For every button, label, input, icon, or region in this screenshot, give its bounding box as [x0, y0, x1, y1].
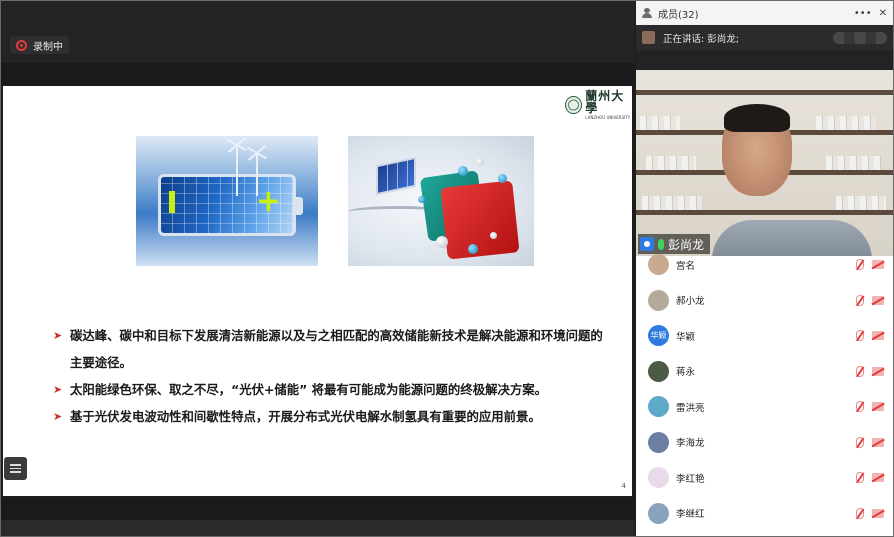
top-strip: [1, 63, 635, 85]
camera-off-icon[interactable]: [872, 260, 884, 270]
close-icon[interactable]: ✕: [879, 8, 887, 19]
logo-cn-text: 蘭州大學: [585, 89, 625, 115]
more-options-icon[interactable]: •••: [854, 8, 872, 19]
mic-muted-icon[interactable]: [856, 472, 864, 484]
member-avatar: [648, 431, 669, 453]
arrow-bullet-icon: ➤: [53, 329, 63, 342]
member-avatar: [648, 467, 669, 489]
member-avatar: [648, 360, 669, 382]
logo-en-text: LANZHOU UNIVERSITY: [585, 115, 631, 120]
wind-turbine-icon: [236, 146, 238, 196]
member-list: 宫名 郝小龙 华颖 华颖 蒋永 雷洪亮 李海龙 李红艳 李继红: [636, 247, 893, 531]
wind-turbine-icon: [256, 154, 258, 196]
mic-muted-icon[interactable]: [856, 294, 864, 306]
member-row[interactable]: 李继红: [636, 496, 893, 532]
member-row[interactable]: 宫名: [636, 247, 893, 283]
top-bar: 录制中: [1, 1, 635, 63]
member-row[interactable]: 李海龙: [636, 425, 893, 461]
member-avatar: 华颖: [648, 325, 669, 347]
mic-muted-icon[interactable]: [856, 507, 864, 519]
member-row[interactable]: 郝小龙: [636, 283, 893, 319]
camera-off-icon[interactable]: [872, 437, 884, 447]
speaking-label: 正在讲话: 彭尚龙;: [663, 33, 739, 45]
mic-muted-icon[interactable]: [856, 365, 864, 377]
camera-off-icon[interactable]: [872, 366, 884, 376]
member-avatar: [648, 502, 669, 524]
camera-off-icon[interactable]: [872, 295, 884, 305]
plus-sign-icon: +: [255, 184, 281, 219]
bullet-item: ➤ 基于光伏发电波动性和间歇性特点，开展分布式光伏电解水制氢具有重要的应用前景。: [53, 403, 613, 430]
speaking-bar: 正在讲话: 彭尚龙;: [636, 25, 893, 50]
university-logo: 蘭州大學 LANZHOU UNIVERSITY: [565, 89, 635, 120]
member-row[interactable]: 李红艳: [636, 460, 893, 496]
member-avatar: [648, 396, 669, 418]
speaker-person: [722, 104, 802, 210]
members-title: 成员(32): [658, 9, 699, 21]
speaker-video[interactable]: [636, 70, 893, 256]
record-icon: [16, 39, 27, 51]
member-avatar: [648, 254, 669, 276]
red-electrode-graphic: [440, 180, 520, 260]
camera-off-icon[interactable]: [872, 508, 884, 518]
member-avatar: [648, 289, 669, 311]
speaker-avatar: [642, 31, 655, 44]
mic-muted-icon[interactable]: [856, 436, 864, 448]
audio-wave-icon: [833, 31, 887, 44]
solar-battery-image: +: [136, 136, 318, 266]
water-electrolysis-image: [348, 136, 534, 266]
seal-icon: [565, 96, 583, 114]
mic-muted-icon[interactable]: [856, 330, 864, 342]
camera-off-icon[interactable]: [872, 331, 884, 341]
members-header: 成员(32) ••• ✕: [636, 1, 893, 25]
shared-slide: 蘭州大學 LANZHOU UNIVERSITY + ➤ 碳达峰、碳中和目标下发展…: [3, 86, 632, 496]
mic-muted-icon[interactable]: [856, 259, 864, 271]
page-number: 4: [621, 482, 626, 490]
bottom-strip: [1, 520, 635, 536]
solar-panel-graphic: [376, 156, 416, 196]
minus-sign-icon: [169, 191, 175, 213]
menu-list-button[interactable]: [4, 457, 27, 480]
bullet-item: ➤ 太阳能绿色环保、取之不尽，“光伏+储能” 将最有可能成为能源问题的终极解决方…: [53, 376, 613, 403]
bullet-item: ➤ 碳达峰、碳中和目标下发展清洁新能源以及与之相匹配的高效储能新技术是解决能源和…: [53, 322, 613, 376]
members-panel: 成员(32) ••• ✕ 正在讲话: 彭尚龙; 彭尚龙 宫名 郝小龙 华颖 华颖 蒋永雷…: [636, 1, 893, 536]
member-row[interactable]: 雷洪亮: [636, 389, 893, 425]
recording-label: 录制中: [33, 41, 63, 53]
camera-off-icon[interactable]: [872, 473, 884, 483]
arrow-bullet-icon: ➤: [53, 383, 63, 396]
bullet-list: ➤ 碳达峰、碳中和目标下发展清洁新能源以及与之相匹配的高效储能新技术是解决能源和…: [53, 322, 613, 430]
person-icon: [642, 8, 652, 18]
recording-indicator[interactable]: 录制中: [10, 36, 69, 54]
member-row[interactable]: 华颖 华颖: [636, 318, 893, 354]
member-row[interactable]: 蒋永: [636, 354, 893, 390]
camera-off-icon[interactable]: [872, 402, 884, 412]
mic-muted-icon[interactable]: [856, 401, 864, 413]
battery-graphic: +: [158, 174, 303, 236]
arrow-bullet-icon: ➤: [53, 410, 63, 423]
